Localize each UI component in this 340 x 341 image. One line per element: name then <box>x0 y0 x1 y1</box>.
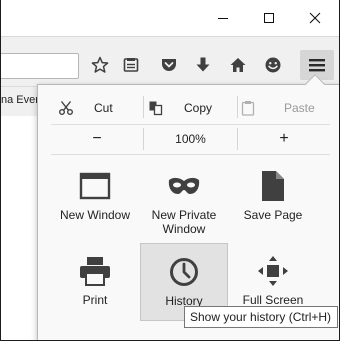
close-icon <box>309 12 321 24</box>
hello-button[interactable] <box>261 53 285 77</box>
save-page-icon <box>262 171 284 201</box>
paste-clipboard-icon <box>241 101 255 116</box>
new-window-icon <box>79 172 111 200</box>
home-icon <box>230 58 246 72</box>
bookmark-item[interactable]: na Even <box>1 94 41 106</box>
print-button[interactable]: Print <box>51 243 139 321</box>
zoom-in-label: + <box>279 130 289 147</box>
zoom-out-label: − <box>92 130 102 147</box>
reading-list-button[interactable] <box>119 53 143 77</box>
download-icon <box>196 57 210 72</box>
history-tooltip: Show your history (Ctrl+H) <box>184 306 338 328</box>
copy-icon <box>149 101 163 116</box>
tooltip-text: Show your history (Ctrl+H) <box>190 310 332 324</box>
new-window-button[interactable]: New Window <box>51 158 139 236</box>
minimize-button[interactable] <box>200 0 246 36</box>
maximize-button[interactable] <box>246 0 292 36</box>
bookmark-star-button[interactable] <box>88 53 112 77</box>
zoom-controls-row: − 100% + <box>51 126 330 152</box>
paste-button[interactable]: Paste <box>238 94 330 122</box>
download-button[interactable] <box>191 53 215 77</box>
full-screen-icon <box>258 256 288 286</box>
bookmark-star-icon <box>91 56 109 73</box>
full-screen-label: Full Screen <box>242 293 304 307</box>
pocket-button[interactable] <box>157 53 181 77</box>
reading-list-icon <box>123 58 139 72</box>
zoom-reset-button[interactable]: 100% <box>144 126 237 152</box>
cut-button[interactable]: Cut <box>51 94 143 122</box>
copy-label: Copy <box>184 101 213 115</box>
zoom-in-button[interactable]: + <box>238 126 330 152</box>
new-private-window-label: New Private Window <box>151 208 217 236</box>
url-bar[interactable] <box>0 53 79 79</box>
close-button[interactable] <box>292 0 338 36</box>
edit-controls-row: Cut Copy Paste <box>51 94 330 122</box>
minimize-icon <box>218 18 228 19</box>
divider <box>51 124 330 125</box>
maximize-icon <box>264 13 274 23</box>
title-bar <box>0 0 340 36</box>
print-label: Print <box>82 293 108 307</box>
new-window-label: New Window <box>59 208 131 222</box>
home-button[interactable] <box>226 53 250 77</box>
scissors-icon <box>59 101 73 115</box>
zoom-out-button[interactable]: − <box>51 126 143 152</box>
paste-label: Paste <box>284 101 315 115</box>
cut-label: Cut <box>94 101 113 115</box>
hello-icon <box>265 57 281 73</box>
divider <box>51 154 330 155</box>
save-page-label: Save Page <box>243 208 303 222</box>
copy-button[interactable]: Copy <box>144 94 237 122</box>
new-private-window-button[interactable]: New Private Window <box>140 158 228 236</box>
save-page-button[interactable]: Save Page <box>229 158 317 236</box>
hamburger-menu-icon <box>309 59 325 72</box>
printer-icon <box>80 257 110 286</box>
history-clock-icon <box>170 258 198 286</box>
pocket-icon <box>162 59 176 71</box>
zoom-level: 100% <box>175 132 206 146</box>
private-mask-icon <box>168 177 200 194</box>
